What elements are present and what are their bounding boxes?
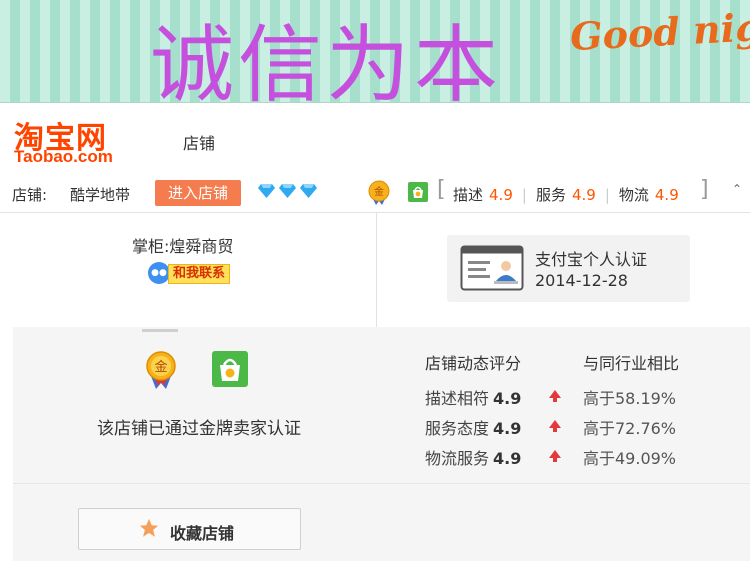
nav-shop-label: 店铺 [183, 134, 216, 153]
divider [376, 212, 377, 327]
compare-value: 高于72.76% [583, 419, 677, 438]
up-arrow-icon [549, 450, 561, 458]
rating-value: 4.9 [571, 186, 596, 204]
rating-label: 描述相符 [425, 389, 490, 408]
shop-banner: 诚信为本 Good night [0, 0, 750, 114]
divider: | [521, 186, 527, 204]
certification-title: 支付宝个人认证 [535, 250, 648, 269]
rating-value: 4.9 [489, 186, 513, 204]
active-tab-indicator [142, 329, 178, 332]
rating-score: 4.9 [493, 419, 522, 438]
diamond-icon [279, 184, 296, 198]
diamond-icon [300, 184, 317, 198]
banner-greeting: Good night [568, 1, 750, 60]
rating-row-description: 描述相符 4.9 [425, 385, 521, 409]
ratings-bracket-open: [ [437, 177, 446, 202]
contact-seller-button[interactable]: ●● 和我联系 [148, 262, 244, 284]
divider [0, 212, 750, 213]
rating-label: 描述 [453, 186, 484, 204]
favorite-shop-button[interactable]: 收藏店铺 [78, 508, 301, 550]
rating-label: 物流 [618, 186, 649, 204]
shop-ratings-summary: 描述 4.9 | 服务 4.9 | 物流 4.9 [453, 184, 679, 205]
gold-seller-certified-text: 该店铺已通过金牌卖家认证 [97, 419, 301, 439]
ratings-bracket-close: ] [700, 177, 709, 202]
compare-value: 高于49.09% [583, 449, 677, 468]
gold-seller-medal-icon[interactable]: 金 [367, 180, 391, 206]
rating-row-logistics: 物流服务 4.9 [425, 445, 521, 469]
up-arrow-stem [553, 458, 557, 462]
shop-info-bar: 店铺: 酷学地带 进入店铺 金 [ 描述 4.9 | 服务 4.9 | 物流 4.9 ] ⌃ [0, 176, 750, 210]
consumer-guarantee-icon[interactable] [407, 181, 429, 203]
rating-label: 服务态度 [425, 419, 490, 438]
contact-label: 和我联系 [168, 264, 231, 284]
svg-text:金: 金 [154, 359, 167, 375]
compare-value: 高于58.19% [583, 389, 677, 408]
svg-text:金: 金 [374, 185, 384, 198]
id-card-icon [460, 245, 524, 291]
up-arrow-icon [549, 390, 561, 398]
shop-name-link[interactable]: 酷学地带 [70, 184, 130, 205]
shop-label: 店铺: [12, 186, 48, 204]
rating-label: 服务 [535, 186, 566, 204]
rating-row-service: 服务态度 4.9 [425, 415, 521, 439]
taobao-logo-domain[interactable]: Taobao.com [14, 147, 113, 167]
gold-seller-medal-icon: 金 [146, 351, 176, 389]
alipay-certification-card: 支付宝个人认证 2014-12-28 [447, 235, 690, 302]
certification-date: 2014-12-28 [535, 271, 628, 290]
rating-value: 4.9 [654, 186, 679, 204]
diamond-icon [258, 184, 275, 198]
chat-bubble-icon: ●● [148, 262, 170, 284]
divider: | [604, 186, 610, 204]
star-icon [139, 518, 159, 537]
enter-shop-button[interactable]: 进入店铺 [155, 180, 241, 206]
favorite-shop-label: 收藏店铺 [170, 524, 235, 543]
banner-title: 诚信为本 [150, 16, 503, 114]
seller-level-diamonds [258, 182, 321, 200]
up-arrow-stem [553, 398, 557, 402]
rating-score: 4.9 [493, 449, 522, 468]
up-arrow-stem [553, 428, 557, 432]
consumer-guarantee-icon [212, 351, 248, 387]
dynamic-rating-title: 店铺动态评分 [425, 354, 522, 373]
up-arrow-icon [549, 420, 561, 428]
shop-keeper-name: 掌柜:煌舜商贸 [132, 237, 234, 256]
rating-label: 物流服务 [425, 449, 490, 468]
rating-score: 4.9 [493, 389, 522, 408]
industry-compare-title: 与同行业相比 [583, 354, 680, 373]
collapse-caret-icon[interactable]: ⌃ [732, 182, 742, 196]
divider [13, 483, 750, 484]
